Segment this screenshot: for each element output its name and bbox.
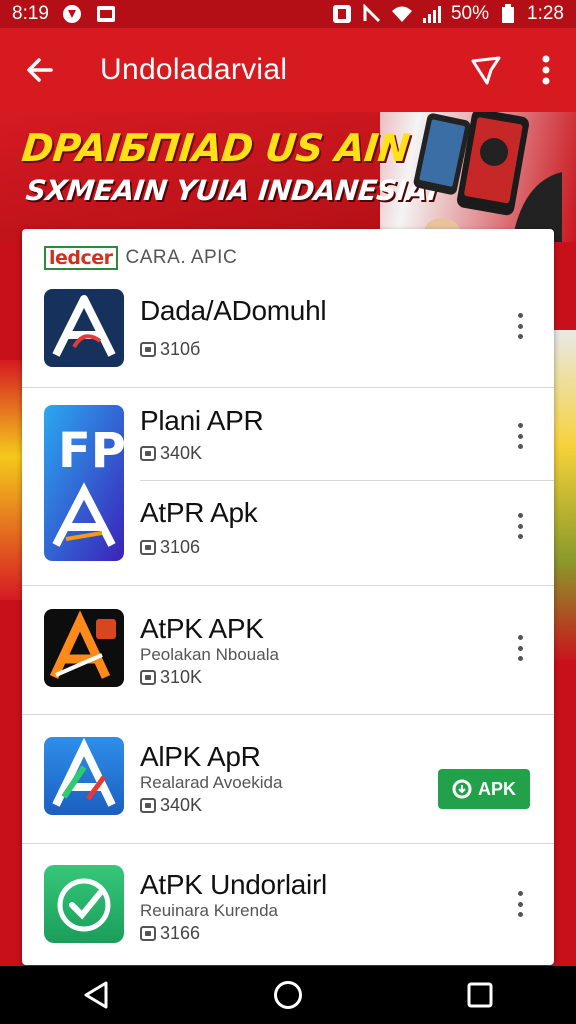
divider <box>140 480 554 481</box>
list-header-label: CARA. APIC <box>125 247 238 268</box>
nfc-icon <box>331 4 353 24</box>
nav-home-button[interactable] <box>248 966 328 1024</box>
nav-recents-button[interactable] <box>440 966 520 1024</box>
app-developer: Peolakan Nbouala <box>140 645 279 664</box>
size-icon <box>140 342 156 357</box>
share-icon <box>471 56 501 85</box>
app-developer: Reuinara Kurenda <box>140 901 278 920</box>
banner-subheadline: SXMEAIN YUIA INDANESIAI <box>24 174 440 207</box>
app-icon-1[interactable] <box>44 289 124 367</box>
home-circle-icon <box>274 981 302 1009</box>
download-icon <box>452 779 472 799</box>
page-title: Undoladarvial <box>100 53 288 86</box>
app-size: 340K <box>140 443 202 464</box>
item-more-button[interactable] <box>508 309 532 343</box>
app-name[interactable]: AtPR Apk <box>140 497 258 529</box>
app-name[interactable]: Plani APR <box>140 405 264 437</box>
status-clock: 1:28 <box>527 3 564 24</box>
app-name[interactable]: AlPK ApR <box>140 741 261 773</box>
app-size: 340K <box>140 795 202 816</box>
ledger-logo: ledcer <box>44 246 118 270</box>
app-name[interactable]: AtPK APK <box>140 613 264 645</box>
battery-percent: 50% <box>450 3 490 24</box>
back-triangle-icon <box>84 981 108 1009</box>
app-size-value: 3166 <box>160 923 201 943</box>
app-size: 3106 <box>140 537 200 558</box>
back-button[interactable] <box>0 28 80 112</box>
app-bar: Undoladarvial <box>0 28 576 112</box>
item-more-button[interactable] <box>508 887 532 921</box>
size-icon <box>140 798 156 813</box>
status-time: 8:19 <box>12 3 49 24</box>
nav-back-button[interactable] <box>56 966 136 1024</box>
image-icon <box>95 4 117 24</box>
app-developer: Realarad Avoekida <box>140 773 283 792</box>
app-name[interactable]: AtPK Undorlairl <box>140 869 327 901</box>
app-size: 3166 <box>140 923 200 944</box>
recents-square-icon <box>467 982 493 1008</box>
wifi-icon <box>391 4 413 24</box>
app-size-value: 340K <box>160 795 203 815</box>
background-decor-left <box>0 360 24 600</box>
app-icon-5[interactable] <box>44 737 124 815</box>
list-header: ledcer CARA. APIC <box>22 229 554 287</box>
divider <box>22 714 554 715</box>
app-icon-6[interactable] <box>44 865 124 943</box>
system-nav-bar <box>0 966 576 1024</box>
banner-headline: DPAIБПIAD US AIN <box>19 126 412 170</box>
share-button[interactable] <box>456 28 516 112</box>
size-icon <box>140 926 156 941</box>
apk-button-label: APK <box>477 778 516 799</box>
size-icon <box>140 670 156 685</box>
signal-icon <box>421 4 443 24</box>
app-size-value: 310K <box>160 667 203 687</box>
overflow-menu-button[interactable] <box>516 28 576 112</box>
app-size-value: 340K <box>160 443 203 463</box>
item-more-button[interactable] <box>508 509 532 543</box>
app-size-value: 3106 <box>160 537 201 557</box>
divider <box>22 585 554 586</box>
battery-icon <box>497 4 519 24</box>
app-name[interactable]: Dada/ADomuhl <box>140 295 327 327</box>
mute-icon <box>361 4 383 24</box>
divider <box>22 387 554 388</box>
item-more-button[interactable] <box>508 631 532 665</box>
location-icon <box>61 4 83 24</box>
size-icon <box>140 446 156 461</box>
app-size: 310б <box>140 339 200 360</box>
status-bar: 8:19 50% 1:28 <box>0 0 576 28</box>
more-vertical-icon <box>542 55 550 85</box>
background-decor-right <box>552 330 576 660</box>
promo-banner[interactable]: DPAIБПIAD US AIN SXMEAIN YUIA INDANESIAI <box>0 112 576 242</box>
app-icon-2[interactable]: FP <box>44 405 124 561</box>
phones-illustration <box>413 112 562 242</box>
app-icon-4[interactable] <box>44 609 124 687</box>
app-size-value: 310б <box>160 339 201 359</box>
item-more-button[interactable] <box>508 419 532 453</box>
back-arrow-icon <box>27 58 53 82</box>
apk-download-button[interactable]: APK <box>438 769 530 809</box>
divider <box>22 843 554 844</box>
app-list-card: ledcer CARA. APIC Dada/ADomuhl 310б FP P… <box>22 229 554 965</box>
app-size: 310K <box>140 667 202 688</box>
svg-text:FP: FP <box>58 423 124 479</box>
size-icon <box>140 540 156 555</box>
